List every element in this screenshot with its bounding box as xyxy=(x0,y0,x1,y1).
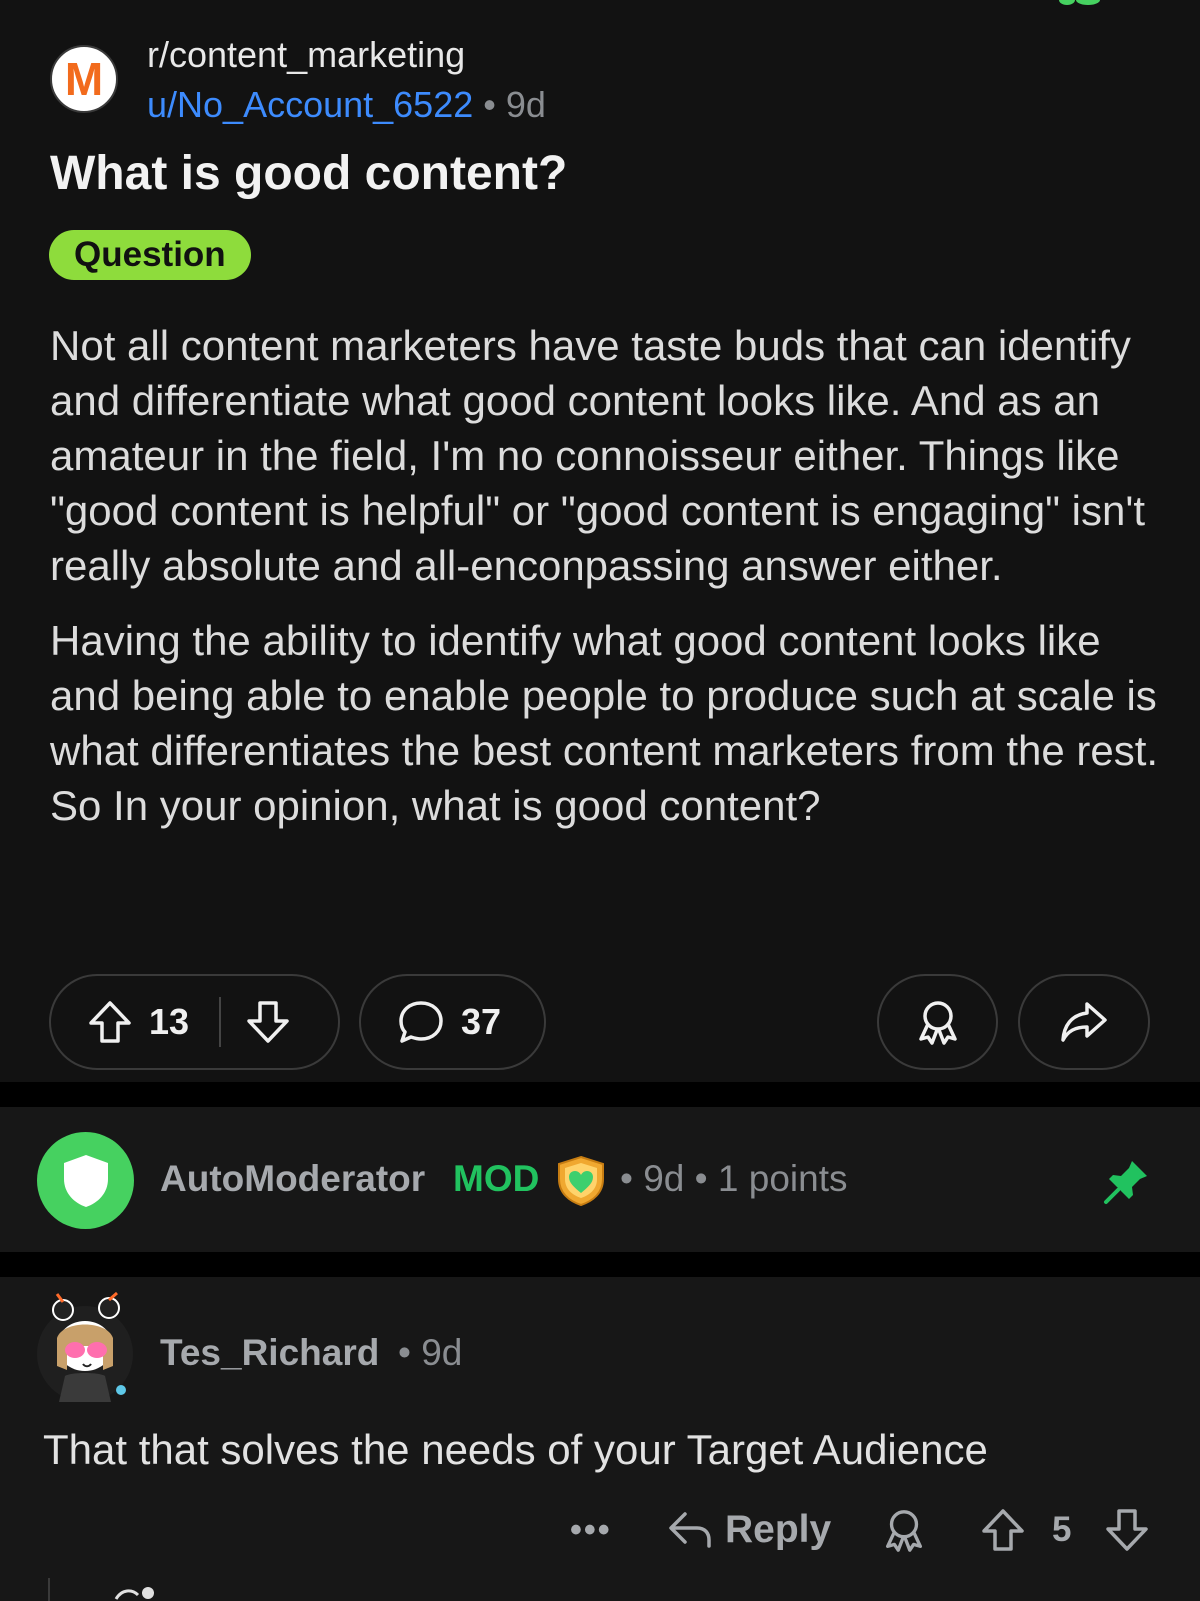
award-icon xyxy=(918,1001,957,1045)
post-age: 9d xyxy=(505,84,546,125)
automod-meta: • 9d • 1 points xyxy=(620,1158,848,1199)
more-options-button[interactable]: ••• xyxy=(570,1500,612,1560)
flair-badge[interactable]: Question xyxy=(49,230,251,280)
subreddit-avatar[interactable]: M xyxy=(50,45,118,113)
share-button[interactable] xyxy=(1018,974,1150,1070)
mod-label: MOD xyxy=(453,1158,540,1199)
automod-username[interactable]: AutoModerator xyxy=(160,1158,425,1200)
post-body-paragraph: Not all content marketers have taste bud… xyxy=(50,322,1146,589)
comment-downvote-button[interactable] xyxy=(1104,1500,1150,1560)
user-avatar[interactable] xyxy=(37,1290,134,1403)
partial-icon-top-edge xyxy=(1059,0,1100,5)
share-icon xyxy=(1061,1002,1107,1042)
upvote-icon xyxy=(982,1509,1024,1551)
subreddit-icon-letter: M xyxy=(64,53,104,105)
mod-shield-icon xyxy=(558,1155,604,1207)
comment-score: 5 xyxy=(1052,1510,1072,1549)
post-body: Not all content marketers have taste bud… xyxy=(50,318,1160,833)
section-divider xyxy=(0,1252,1200,1277)
reply-icon xyxy=(669,1512,711,1548)
comment-icon xyxy=(399,1001,443,1043)
subreddit-name[interactable]: r/content_marketing xyxy=(147,34,465,76)
post-body-paragraph: Having the ability to identify what good… xyxy=(50,617,1159,829)
upvote-icon[interactable] xyxy=(87,1000,133,1044)
post-author[interactable]: u/No_Account_6522 xyxy=(147,84,473,125)
comment-meta: • 9d xyxy=(398,1332,463,1373)
shield-icon xyxy=(63,1154,108,1207)
award-button[interactable] xyxy=(877,974,998,1070)
comment-award-button[interactable] xyxy=(880,1500,928,1560)
reply-label: Reply xyxy=(725,1508,832,1551)
meta-separator: • xyxy=(483,84,496,125)
post-meta: u/No_Account_6522 • 9d xyxy=(147,84,546,126)
upvote-count: 13 xyxy=(149,1001,190,1042)
post-title: What is good content? xyxy=(50,147,568,200)
comment-upvote-button[interactable] xyxy=(980,1500,1026,1560)
thread-line xyxy=(48,1578,50,1601)
pin-icon xyxy=(1104,1161,1147,1204)
vote-divider xyxy=(219,997,222,1047)
automod-avatar[interactable] xyxy=(37,1132,134,1229)
downvote-icon xyxy=(1106,1509,1148,1551)
comment-author[interactable]: Tes_Richard xyxy=(160,1332,379,1374)
comment-body: That that solves the needs of your Targe… xyxy=(43,1426,988,1473)
section-divider xyxy=(0,1082,1200,1107)
comments-button[interactable]: 37 xyxy=(359,974,546,1070)
downvote-icon[interactable] xyxy=(245,1000,291,1044)
comment-count: 37 xyxy=(461,1001,502,1042)
next-comment-avatar-partial xyxy=(114,1587,154,1600)
award-icon xyxy=(886,1510,922,1552)
vote-pill: 13 xyxy=(49,974,340,1070)
reply-button[interactable]: Reply xyxy=(667,1500,831,1560)
